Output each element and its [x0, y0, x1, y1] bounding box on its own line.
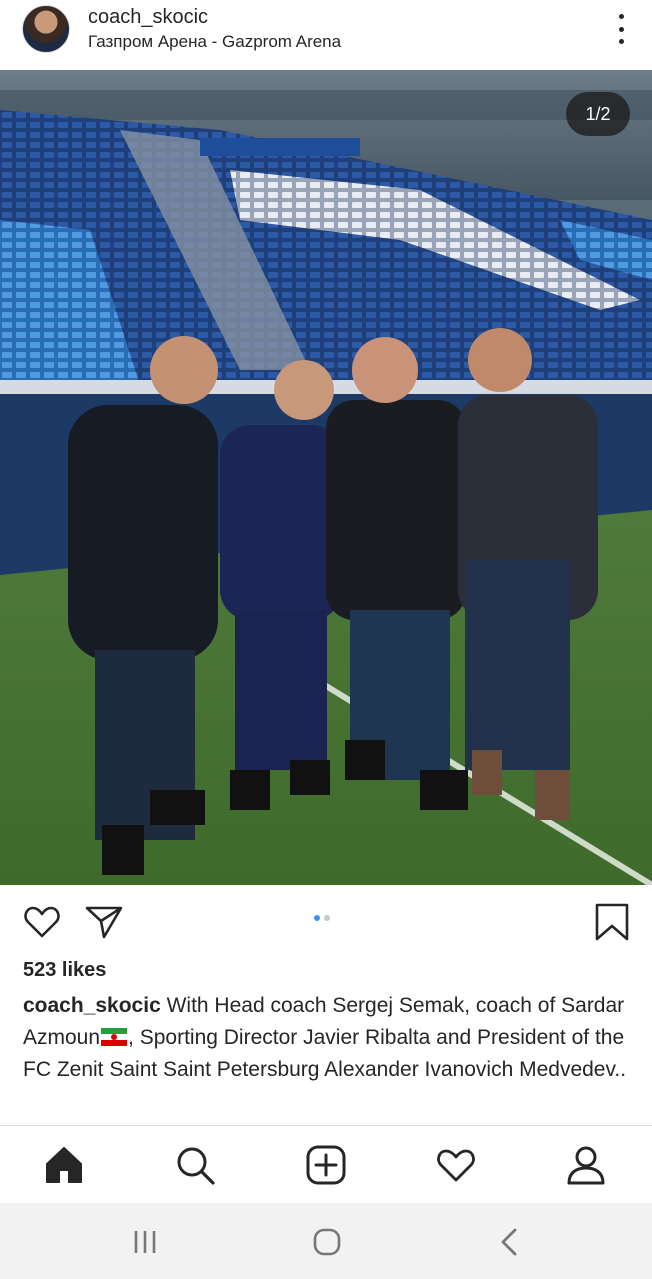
carousel-indicator: [314, 915, 330, 921]
post-caption: coach_skocic With Head coach Sergej Sema…: [23, 990, 633, 1086]
caption-username[interactable]: coach_skocic: [23, 994, 161, 1017]
profile-icon[interactable]: [565, 1144, 607, 1186]
image-counter: 1/2: [566, 92, 630, 136]
more-vertical-icon[interactable]: [616, 14, 626, 44]
avatar[interactable]: [22, 5, 70, 53]
post-username[interactable]: coach_skocic: [88, 6, 208, 29]
home-icon[interactable]: [43, 1144, 85, 1186]
likes-count[interactable]: 523 likes: [23, 959, 106, 982]
iran-flag-icon: [101, 1028, 128, 1046]
post-action-bar: [0, 885, 652, 957]
carousel-dot-active: [314, 915, 320, 921]
stadium-photo: [0, 70, 652, 885]
post-location[interactable]: Газпром Арена - Gazprom Arena: [88, 32, 341, 52]
home-circle-icon[interactable]: [310, 1225, 344, 1259]
bookmark-icon[interactable]: [592, 902, 632, 942]
back-icon[interactable]: [493, 1225, 527, 1259]
carousel-dot: [324, 915, 330, 921]
search-icon[interactable]: [174, 1144, 216, 1186]
activity-heart-icon[interactable]: [435, 1144, 477, 1186]
heart-icon[interactable]: [22, 902, 62, 942]
add-post-icon[interactable]: [305, 1144, 347, 1186]
post-image[interactable]: 1/2: [0, 70, 652, 885]
bottom-tab-bar: [0, 1125, 652, 1203]
recents-icon[interactable]: [128, 1225, 162, 1259]
post-header: coach_skocic Газпром Арена - Gazprom Are…: [0, 0, 652, 70]
system-navigation-bar: [0, 1203, 652, 1279]
paper-plane-icon[interactable]: [84, 902, 124, 942]
